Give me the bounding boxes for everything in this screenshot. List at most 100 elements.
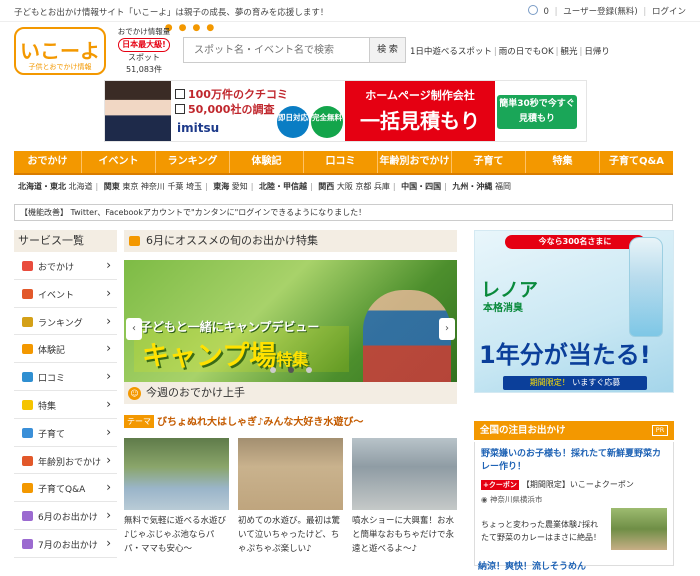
weekly-card[interactable]: 無料で気軽に遊べる水遊び♪じゃぶじゃぶ池ならパパ・ママも安心～ <box>124 438 229 558</box>
region-link[interactable]: 神奈川 <box>141 182 165 191</box>
site-logo[interactable]: ●●●● いこーよ 子供とおでかけ情報 <box>14 23 214 75</box>
banner-ad[interactable]: 100万件のクチコミ 50,000社の調査 imitsu 即日対応 完全無料 ホ… <box>104 80 587 142</box>
weekly-theme[interactable]: テーマ びちょぬれ大はしゃぎ♪みんな大好き水遊び～ <box>124 413 363 428</box>
nav-taikenki[interactable]: 体験記 <box>230 151 304 173</box>
top-bar: 子どもとお出かけ情報サイト「いこーよ」は親子の成長、夢の育みを応援します！ 0 … <box>0 0 700 22</box>
chevron-right-icon: › <box>106 424 111 439</box>
ad-cta[interactable]: 簡単30秒で今すぐ見積もり <box>497 95 577 129</box>
sidebar-item-june[interactable]: 6月のお出かけ › <box>14 502 117 530</box>
quick-link-allday[interactable]: 1日中遊べるスポット <box>410 47 492 57</box>
map-pin-icon <box>22 261 33 271</box>
login-link[interactable]: ログイン <box>652 7 686 17</box>
region-link[interactable]: 京都 <box>355 182 371 191</box>
search-button[interactable]: 検 索 <box>369 38 405 62</box>
carousel-dot[interactable] <box>305 367 312 373</box>
nav-age[interactable]: 年齢別おでかけ <box>378 151 452 173</box>
right-column: 今なら300名さまに レノア 本格消臭 1年分が当たる! 期間限定！ いますぐ応… <box>474 230 674 566</box>
search-input[interactable] <box>184 38 371 62</box>
pin-icon <box>22 427 33 438</box>
clip-icon[interactable] <box>527 5 538 15</box>
side-ad-cta-prefix: 期間限定！ <box>529 378 570 387</box>
carousel-dot[interactable] <box>269 367 276 373</box>
nav-odekake[interactable]: おでかけ <box>14 151 82 173</box>
region-link[interactable]: 千葉 <box>167 182 183 191</box>
nav-qa[interactable]: 子育てQ&A <box>600 151 673 173</box>
chevron-right-icon: › <box>106 341 111 356</box>
chevron-right-icon: › <box>106 258 111 272</box>
side-ad-cta[interactable]: 期間限定！ いますぐ応募 <box>503 376 647 390</box>
sidebar-item-july[interactable]: 7月のお出かけ › <box>14 530 117 558</box>
ad-headline-block: ホームページ制作会社 一括見積もり <box>345 81 495 141</box>
pr-badge: PR <box>652 425 668 436</box>
region-group[interactable]: 東海 <box>213 182 229 191</box>
nav-ranking[interactable]: ランキング <box>156 151 230 173</box>
chevron-right-icon: › <box>106 535 111 550</box>
region-group[interactable]: 九州・沖縄 <box>452 182 492 191</box>
carousel-dots <box>124 366 457 376</box>
sidebar-item-odekake[interactable]: おでかけ › <box>14 252 117 280</box>
notice-bar[interactable]: 【機能改善】 Twitter、Facebookアカウントで"カンタンに"ログイン… <box>14 204 673 221</box>
side-ad-brand2: 本格消臭 <box>483 303 523 314</box>
ad-badge-free: 完全無料 <box>311 106 343 138</box>
weekly-card[interactable]: 初めての水遊び。最初は驚いて泣いちゃったけど、ちゃぷちゃぷ楽しい♪ <box>238 438 343 558</box>
sidebar-item-ranking[interactable]: ランキング › <box>14 308 117 336</box>
attention-headline[interactable]: 野菜嫌いのお子様も！採れたて新鮮夏野菜カレー作り！ <box>481 448 667 474</box>
sidebar-item-kuchikomi[interactable]: 口コミ › <box>14 363 117 391</box>
card-photo <box>352 438 457 510</box>
nav-kosodate[interactable]: 子育て <box>452 151 526 173</box>
region-link[interactable]: 愛知 <box>232 182 248 191</box>
weekly-card[interactable]: 噴水ショーに大興奮！お水と簡単なおもちゃだけで永遠と遊べるよ～♪ <box>352 438 457 558</box>
site-tagline: 子どもとお出かけ情報サイト「いこーよ」は親子の成長、夢の育みを応援します！ <box>14 8 329 18</box>
card-caption: 初めての水遊び。最初は驚いて泣いちゃったけど、ちゃぷちゃぷ楽しい♪ <box>238 516 341 554</box>
attention-header: 全国の注目お出かけ PR <box>474 421 674 440</box>
coupon-text: 【期間限定】いこーよクーポン <box>521 480 634 489</box>
sidebar-title: サービス一覧 <box>14 230 117 252</box>
region-link[interactable]: 東京 <box>122 182 138 191</box>
region-group[interactable]: 北陸・甲信越 <box>259 182 307 191</box>
next-attention-link[interactable]: 納涼！爽快！流しそうめん <box>478 559 586 572</box>
quick-link-sightseeing[interactable]: 観光 <box>560 47 577 57</box>
sidebar-item-label: 6月のお出かけ <box>38 513 98 524</box>
sidebar-item-qa[interactable]: 子育てQ&A › <box>14 474 117 503</box>
weekly-header: ☺ 今週のおでかけ上手 <box>124 382 457 404</box>
side-ad[interactable]: 今なら300名さまに レノア 本格消臭 1年分が当たる! 期間限定！ いますぐ応… <box>474 230 674 393</box>
region-link[interactable]: 兵庫 <box>374 182 390 191</box>
carousel-dot-active[interactable] <box>287 367 294 373</box>
region-link[interactable]: 福岡 <box>495 182 511 191</box>
main-column: 6月にオススメの旬のお出かけ特集 子どもと一緒にキャンプデビュー キャンプ場特集… <box>124 230 457 554</box>
register-link[interactable]: ユーザー登録(無料) <box>563 7 637 17</box>
region-link[interactable]: 大阪 <box>337 182 353 191</box>
nav-event[interactable]: イベント <box>82 151 156 173</box>
chevron-right-icon: › <box>106 313 111 328</box>
hero-subtitle: 子どもと一緒にキャンプデビュー <box>140 320 320 334</box>
nav-kuchikomi[interactable]: 口コミ <box>304 151 378 173</box>
stats-line3: スポット <box>128 53 160 62</box>
ad-woman-photo <box>105 81 171 141</box>
attention-item[interactable]: 野菜嫌いのお子様も！採れたて新鮮夏野菜カレー作り！ +クーポン 【期間限定】いこー… <box>474 442 674 566</box>
sidebar-item-age[interactable]: 年齢別おでかけ › <box>14 447 117 475</box>
region-group[interactable]: 関東 <box>104 182 120 191</box>
region-link[interactable]: 埼玉 <box>186 182 202 191</box>
stats-badge: 日本最大級! <box>118 38 170 52</box>
ad-check1: 100万件のクチコミ <box>188 88 288 101</box>
region-group[interactable]: 北海道・東北 <box>18 182 66 191</box>
nav-tokushu[interactable]: 特集 <box>526 151 600 173</box>
main-nav: おでかけ イベント ランキング 体験記 口コミ 年齢別おでかけ 子育て 特集 子… <box>14 151 673 175</box>
sidebar-item-tokushu[interactable]: 特集 › <box>14 391 117 419</box>
sidebar-item-event[interactable]: イベント › <box>14 280 117 308</box>
region-group[interactable]: 関西 <box>318 182 334 191</box>
stats-count: 51,083件 <box>126 65 162 74</box>
carousel-prev-icon[interactable]: ‹ <box>126 318 142 340</box>
sidebar-item-kosodate[interactable]: 子育て › <box>14 419 117 447</box>
carousel-next-icon[interactable]: › <box>439 318 455 340</box>
quick-link-daytrip[interactable]: 日帰り <box>584 47 610 57</box>
quick-link-rainy[interactable]: 雨の日でもOK <box>499 47 554 57</box>
sidebar-item-label: ランキング <box>38 318 83 329</box>
region-link[interactable]: 北海道 <box>69 182 93 191</box>
attention-location: ◉ 神奈川県横浜市 <box>481 494 667 505</box>
sidebar-item-label: 7月のお出かけ <box>38 540 98 551</box>
sidebar-item-taikenki[interactable]: 体験記 › <box>14 335 117 364</box>
region-group[interactable]: 中国・四国 <box>401 182 441 191</box>
header: ●●●● いこーよ 子供とおでかけ情報 おでかけ情報量 日本最大級! スポット … <box>0 22 700 78</box>
chevron-right-icon: › <box>106 285 111 300</box>
